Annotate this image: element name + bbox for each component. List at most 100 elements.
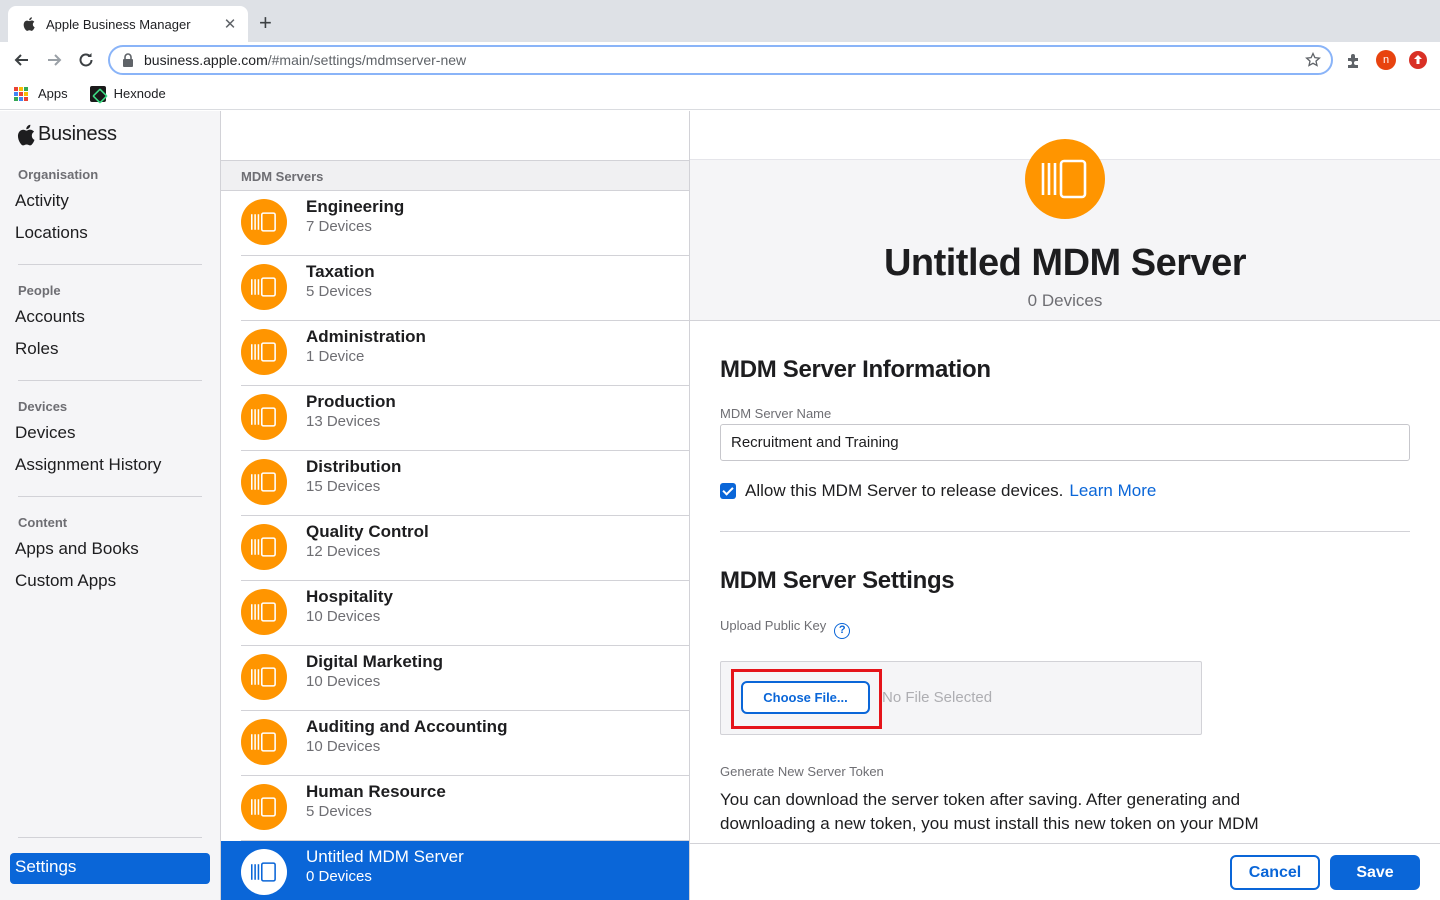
tab-close-icon[interactable]: ✕ bbox=[222, 15, 238, 33]
page-title: Untitled MDM Server bbox=[883, 242, 1247, 284]
server-name: Human Resource bbox=[306, 782, 446, 801]
section-divider bbox=[720, 531, 1410, 532]
sidebar-item-activity[interactable]: Activity bbox=[15, 191, 69, 211]
save-button[interactable]: Save bbox=[1330, 855, 1420, 890]
server-name: Production bbox=[306, 392, 396, 411]
detail-pane: Untitled MDM Server 0 Devices MDM Server… bbox=[690, 111, 1440, 900]
server-name: Taxation bbox=[306, 262, 375, 281]
list-item[interactable]: Hospitality 10 Devices bbox=[241, 581, 689, 646]
cancel-button[interactable]: Cancel bbox=[1230, 855, 1320, 890]
server-name: Digital Marketing bbox=[306, 652, 443, 671]
info-heading: MDM Server Information bbox=[720, 356, 991, 383]
mdm-server-icon bbox=[1025, 139, 1105, 219]
address-bar[interactable]: business.apple.com/#main/settings/mdmser… bbox=[108, 45, 1333, 75]
server-device-count: 0 Devices bbox=[306, 868, 372, 885]
file-upload-area: Choose File... No File Selected bbox=[720, 661, 1202, 735]
sidebar-item-devices[interactable]: Devices bbox=[15, 423, 75, 443]
bookmark-hexnode[interactable]: Hexnode bbox=[89, 85, 166, 102]
bookmark-star-icon[interactable] bbox=[1305, 52, 1321, 68]
server-device-count: 10 Devices bbox=[306, 608, 381, 625]
token-description: You can download the server token after … bbox=[720, 790, 1259, 833]
profile-avatar[interactable]: n bbox=[1376, 50, 1396, 70]
list-item[interactable]: Taxation 5 Devices bbox=[241, 256, 689, 321]
sidebar-divider bbox=[18, 496, 202, 497]
browser-tab[interactable]: Apple Business Manager ✕ bbox=[8, 6, 248, 42]
sidebar-item-assignment-history[interactable]: Assignment History bbox=[15, 455, 161, 475]
help-icon[interactable]: ? bbox=[834, 623, 851, 639]
server-name-label: MDM Server Name bbox=[720, 406, 832, 421]
settings-heading: MDM Server Settings bbox=[720, 567, 955, 594]
mdm-server-icon bbox=[241, 784, 287, 830]
server-device-count: 15 Devices bbox=[306, 478, 381, 495]
learn-more-link[interactable]: Learn More bbox=[1069, 481, 1156, 501]
url-text: business.apple.com/#main/settings/mdmser… bbox=[144, 52, 466, 68]
forward-arrow-icon[interactable] bbox=[44, 50, 64, 70]
server-device-count: 12 Devices bbox=[306, 543, 381, 560]
list-item-selected[interactable]: Untitled MDM Server 0 Devices bbox=[221, 841, 689, 900]
mdm-server-icon bbox=[241, 394, 287, 440]
server-name: Quality Control bbox=[306, 522, 429, 541]
server-device-count: 10 Devices bbox=[306, 738, 381, 755]
hexnode-icon bbox=[89, 85, 106, 102]
mdm-server-icon bbox=[241, 589, 287, 635]
mdm-server-icon bbox=[241, 849, 287, 895]
action-footer: Cancel Save bbox=[690, 843, 1440, 900]
browser-tabstrip: Apple Business Manager ✕ + bbox=[0, 0, 1440, 42]
sidebar-divider bbox=[18, 264, 202, 265]
sidebar-item-settings[interactable]: Settings bbox=[10, 853, 210, 884]
apple-favicon-icon bbox=[23, 17, 35, 31]
server-device-count: 5 Devices bbox=[306, 803, 372, 820]
list-item[interactable]: Auditing and Accounting 10 Devices bbox=[241, 711, 689, 776]
device-count: 0 Devices bbox=[1027, 291, 1103, 310]
brand-logo[interactable]: Business bbox=[17, 123, 117, 146]
apple-logo-icon bbox=[17, 124, 35, 145]
sidebar-item-apps-and-books[interactable]: Apps and Books bbox=[15, 539, 139, 559]
token-label: Generate New Server Token bbox=[720, 764, 884, 779]
server-device-count: 10 Devices bbox=[306, 673, 381, 690]
section-content: Content bbox=[18, 515, 68, 530]
mdm-server-icon bbox=[241, 719, 287, 765]
brand-name: Business bbox=[38, 123, 117, 145]
server-name: Auditing and Accounting bbox=[306, 717, 508, 736]
server-name: Untitled MDM Server bbox=[306, 847, 464, 866]
reload-icon[interactable] bbox=[76, 50, 96, 70]
bookmark-apps[interactable]: Apps bbox=[14, 86, 68, 101]
section-devices: Devices bbox=[18, 399, 68, 414]
lock-icon bbox=[123, 53, 133, 67]
list-item[interactable]: Production 13 Devices bbox=[241, 386, 689, 451]
upload-key-label: Upload Public Key? bbox=[720, 618, 851, 639]
server-device-count: 1 Device bbox=[306, 348, 365, 365]
server-name: Administration bbox=[306, 327, 426, 346]
browser-toolbar: business.apple.com/#main/settings/mdmser… bbox=[0, 42, 1440, 78]
server-name: Hospitality bbox=[306, 587, 393, 606]
mdm-server-icon bbox=[241, 264, 287, 310]
server-name-input[interactable] bbox=[720, 424, 1410, 461]
list-item[interactable]: Engineering 7 Devices bbox=[241, 191, 689, 256]
server-name: Distribution bbox=[306, 457, 402, 476]
back-arrow-icon[interactable] bbox=[12, 50, 32, 70]
sidebar-item-locations[interactable]: Locations bbox=[15, 223, 88, 243]
bookmark-label: Hexnode bbox=[113, 86, 166, 101]
list-item[interactable]: Distribution 15 Devices bbox=[241, 451, 689, 516]
extensions-puzzle-icon[interactable] bbox=[1345, 52, 1363, 70]
list-item[interactable]: Human Resource 5 Devices bbox=[241, 776, 689, 841]
no-file-text: No File Selected bbox=[882, 689, 993, 706]
bookmark-label: Apps bbox=[38, 86, 68, 101]
url-path: /#main/settings/mdmserver-new bbox=[267, 52, 467, 68]
url-host: business.apple.com bbox=[144, 52, 268, 68]
detail-header: Untitled MDM Server 0 Devices bbox=[690, 111, 1440, 321]
server-name: Engineering bbox=[306, 197, 405, 216]
sidebar-item-custom-apps[interactable]: Custom Apps bbox=[15, 571, 116, 591]
sidebar-item-roles[interactable]: Roles bbox=[15, 339, 58, 359]
section-organisation: Organisation bbox=[18, 167, 99, 182]
choose-file-button[interactable]: Choose File... bbox=[741, 681, 870, 714]
release-devices-checkbox[interactable] bbox=[720, 483, 736, 499]
list-item[interactable]: Administration 1 Device bbox=[241, 321, 689, 386]
list-item[interactable]: Digital Marketing 10 Devices bbox=[241, 646, 689, 711]
mdm-server-icon bbox=[241, 524, 287, 570]
update-icon[interactable] bbox=[1409, 51, 1427, 69]
server-device-count: 5 Devices bbox=[306, 283, 372, 300]
sidebar-item-accounts[interactable]: Accounts bbox=[15, 307, 85, 327]
list-item[interactable]: Quality Control 12 Devices bbox=[241, 516, 689, 581]
new-tab-icon[interactable]: + bbox=[259, 12, 272, 34]
